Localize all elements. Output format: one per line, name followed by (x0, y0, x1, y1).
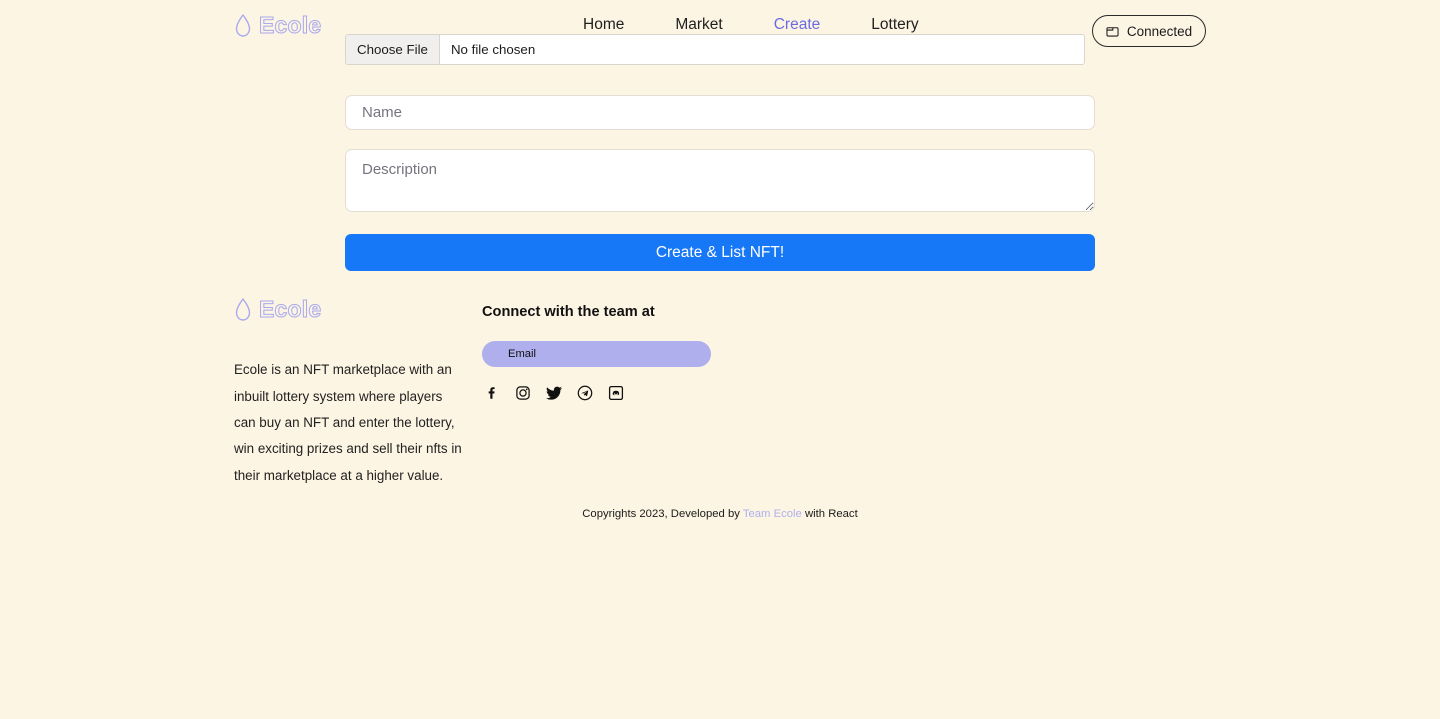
copyright-prefix: Copyrights 2023, Developed by (582, 508, 743, 520)
nft-name-input[interactable] (345, 95, 1095, 130)
nav-item-lottery[interactable]: Lottery (871, 16, 918, 34)
social-links (483, 384, 625, 402)
create-nft-form: Choose File No file chosen Create & List… (345, 34, 1095, 271)
file-status-text: No file chosen (450, 42, 536, 57)
email-contact-button[interactable]: Email (482, 341, 711, 367)
file-upload-input[interactable]: Choose File No file chosen (345, 34, 1085, 65)
main-navigation: Home Market Create Lottery (583, 16, 919, 34)
wallet-button-label: Connected (1126, 23, 1193, 39)
discord-icon[interactable] (607, 384, 625, 402)
email-button-label: Email (508, 348, 536, 360)
water-drop-icon (234, 13, 252, 39)
twitter-icon[interactable] (545, 384, 563, 402)
team-ecole-link[interactable]: Team Ecole (743, 508, 802, 520)
footer-connect-heading: Connect with the team at (482, 304, 655, 320)
wallet-connected-button[interactable]: Connected (1092, 15, 1206, 47)
water-drop-icon (234, 297, 252, 323)
wallet-icon (1106, 25, 1119, 38)
create-and-list-nft-button[interactable]: Create & List NFT! (345, 234, 1095, 271)
brand-name: Ecole (258, 12, 322, 39)
nav-item-home[interactable]: Home (583, 16, 624, 34)
footer-brand-name: Ecole (258, 296, 322, 323)
nav-item-create[interactable]: Create (774, 16, 821, 34)
brand-logo[interactable]: Ecole (234, 12, 322, 39)
nft-description-input[interactable] (345, 149, 1095, 212)
nav-item-market[interactable]: Market (675, 16, 722, 34)
copyright-text: Copyrights 2023, Developed by Team Ecole… (0, 508, 1440, 520)
submit-button-label: Create & List NFT! (655, 243, 785, 261)
choose-file-button[interactable]: Choose File (346, 35, 440, 64)
facebook-icon[interactable] (483, 384, 501, 402)
copyright-suffix: with React (801, 508, 858, 520)
footer-brand-logo[interactable]: Ecole (234, 296, 322, 323)
telegram-icon[interactable] (576, 384, 594, 402)
instagram-icon[interactable] (514, 384, 532, 402)
footer-description: Ecole is an NFT marketplace with an inbu… (234, 362, 462, 483)
